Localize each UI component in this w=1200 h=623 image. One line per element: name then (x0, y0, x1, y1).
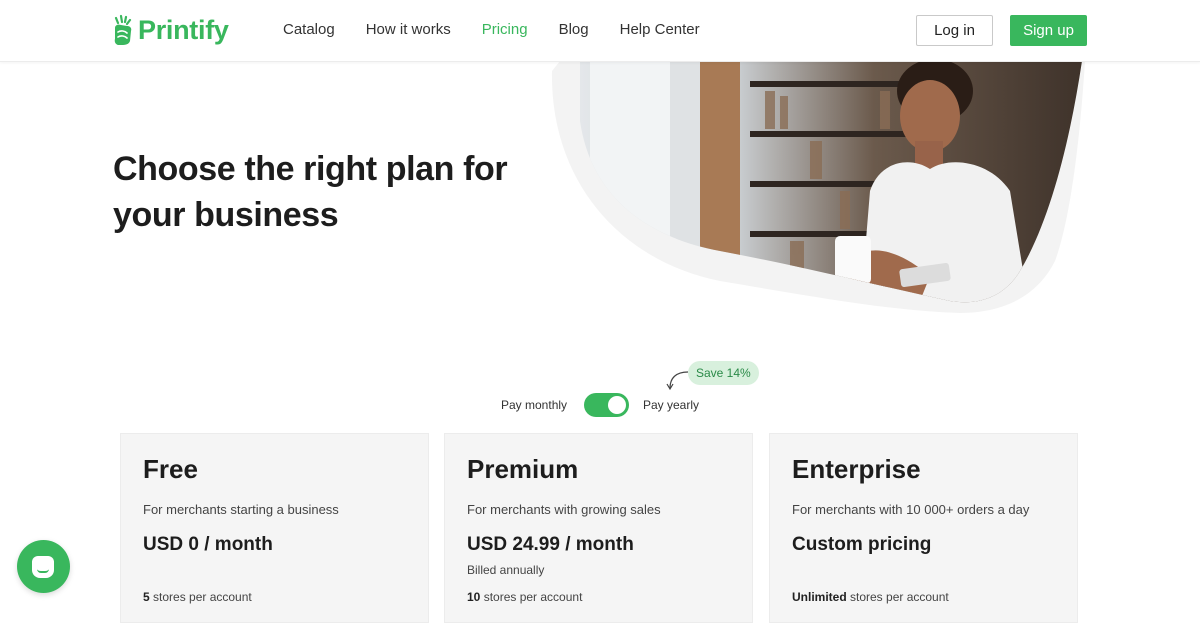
toggle-knob (608, 396, 626, 414)
plan-description: For merchants starting a business (143, 502, 339, 517)
plan-stores-suffix: stores per account (480, 590, 583, 604)
plan-price: USD 0 / month (143, 534, 273, 555)
plan-name: Premium (467, 454, 579, 484)
plan-stores-count: 10 (467, 590, 481, 604)
save-badge: Save 14% (688, 361, 759, 385)
plan-stores-suffix: stores per account (846, 590, 949, 604)
plan-name: Enterprise (792, 454, 921, 484)
main-nav: Catalog How it works Pricing Blog Help C… (283, 21, 731, 38)
printify-logo[interactable]: Printify (112, 14, 229, 46)
nav-item-catalog[interactable]: Catalog (283, 21, 335, 38)
plan-stores: 5 stores per account (143, 590, 252, 604)
billing-period-toggle[interactable] (584, 393, 629, 417)
plan-billing-note: Billed annually (467, 563, 545, 577)
plan-stores-count: 5 (143, 590, 150, 604)
plan-price: USD 24.99 / month (467, 534, 634, 555)
plan-card-enterprise: Enterprise For merchants with 10 000+ or… (769, 433, 1078, 623)
chat-icon (32, 556, 54, 578)
site-header: Printify Catalog How it works Pricing Bl… (0, 0, 1200, 62)
plan-name: Free (143, 454, 198, 484)
pay-yearly-label[interactable]: Pay yearly (643, 398, 699, 412)
plan-price: Custom pricing (792, 534, 932, 555)
page-title: Choose the right plan for your business (113, 146, 543, 238)
page-title-line-2: your business (113, 196, 339, 234)
login-button[interactable]: Log in (916, 15, 993, 46)
plan-stores-suffix: stores per account (149, 590, 252, 604)
hero-photo (551, 61, 1085, 313)
nav-item-help-center[interactable]: Help Center (620, 21, 700, 38)
page-title-line-1: Choose the right plan for (113, 150, 508, 188)
chat-widget-button[interactable] (17, 540, 70, 593)
signup-button[interactable]: Sign up (1010, 15, 1087, 46)
plan-description: For merchants with 10 000+ orders a day (792, 502, 1030, 517)
printify-hand-icon (114, 14, 132, 45)
plan-description: For merchants with growing sales (467, 502, 661, 517)
plan-card-premium: Premium For merchants with growing sales… (444, 433, 753, 623)
plan-stores-count: Unlimited (792, 590, 847, 604)
plan-stores: 10 stores per account (467, 590, 582, 604)
pay-monthly-label[interactable]: Pay monthly (501, 398, 567, 412)
plan-card-free: Free For merchants starting a business U… (120, 433, 429, 623)
nav-item-how-it-works[interactable]: How it works (366, 21, 451, 38)
plan-stores: Unlimited stores per account (792, 590, 949, 604)
brand-name: Printify (138, 14, 229, 45)
nav-item-blog[interactable]: Blog (559, 21, 589, 38)
nav-item-pricing[interactable]: Pricing (482, 21, 528, 38)
